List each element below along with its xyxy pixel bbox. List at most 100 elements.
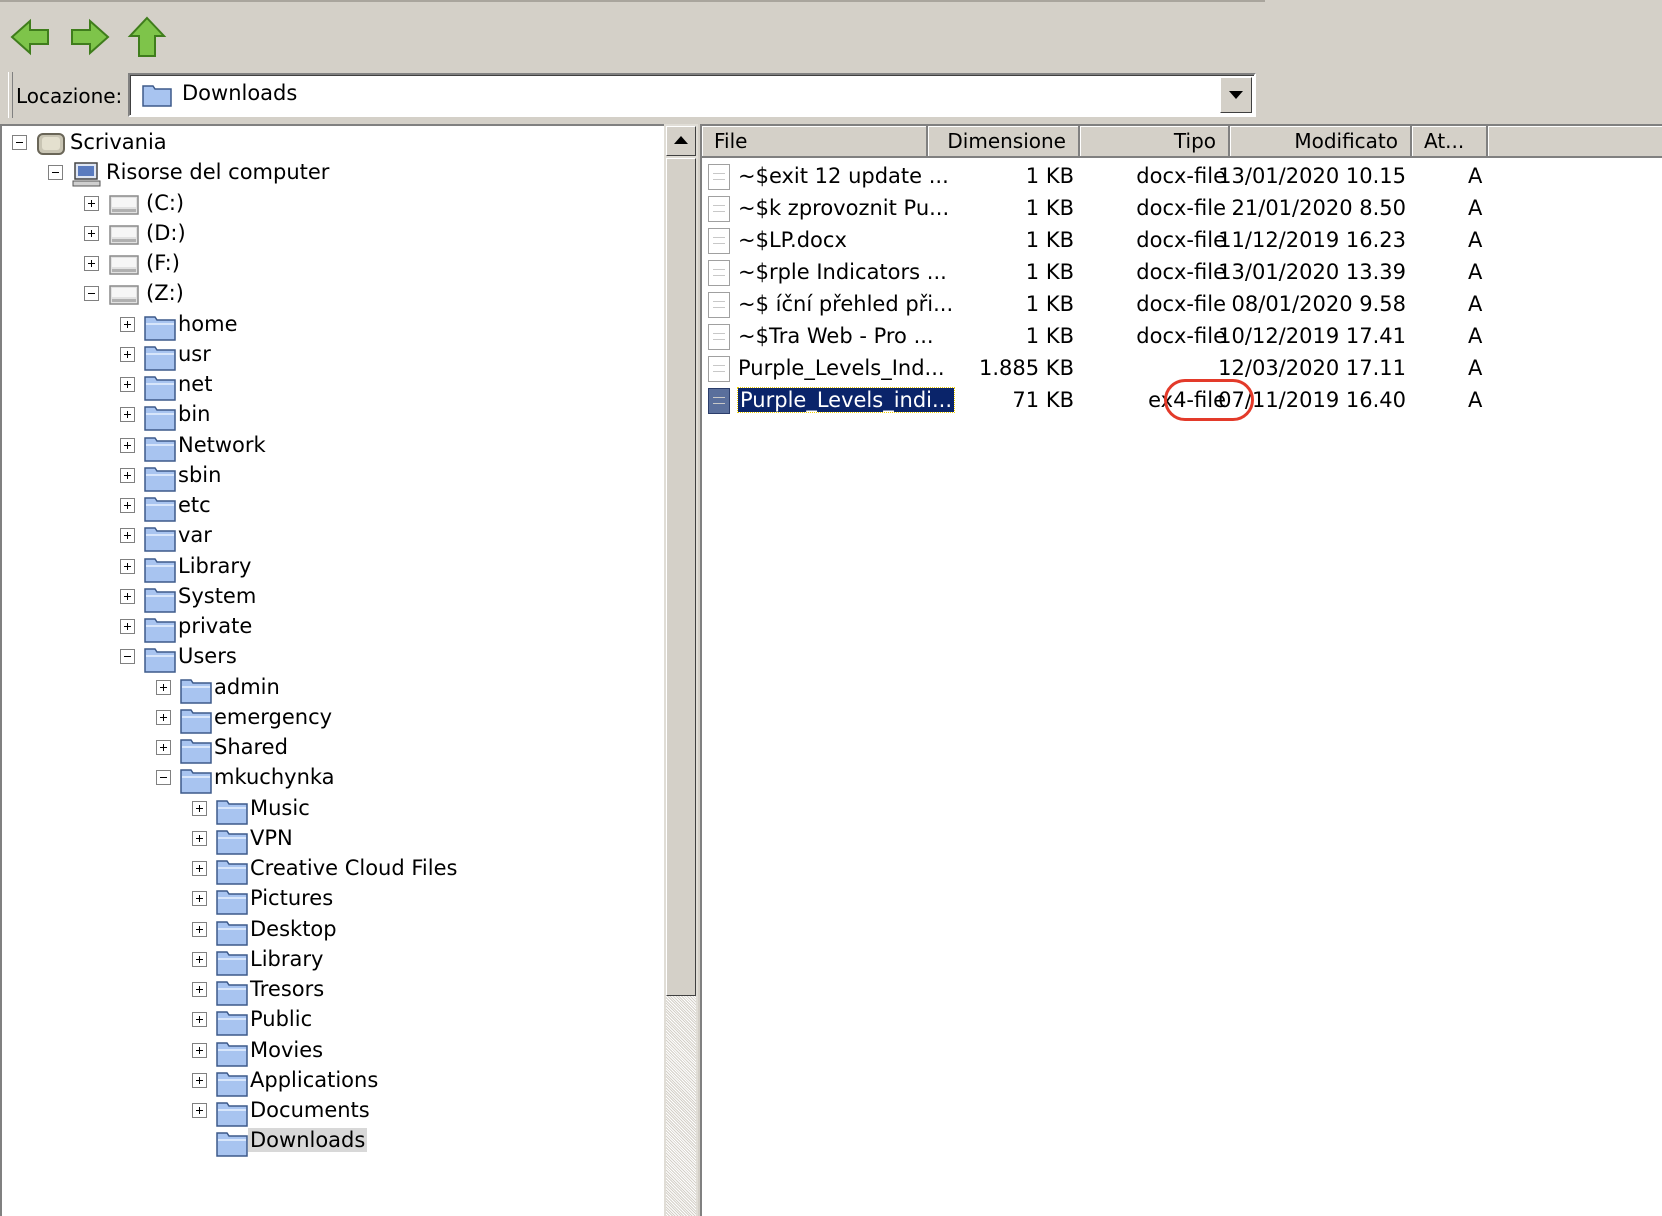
- scroll-thumb[interactable]: [666, 158, 696, 996]
- toolbar-grip[interactable]: [8, 72, 13, 118]
- forward-button[interactable]: [66, 14, 112, 60]
- tree-node[interactable]: Music: [2, 794, 662, 826]
- tree-node[interactable]: Movies: [2, 1036, 662, 1068]
- file-size: 1 KB: [1025, 292, 1074, 316]
- location-combobox[interactable]: Downloads: [128, 73, 1256, 117]
- tree-node[interactable]: bin: [2, 400, 662, 432]
- tree-vertical-scrollbar[interactable]: [664, 124, 698, 1216]
- expand-icon[interactable]: [192, 982, 207, 997]
- back-button[interactable]: [8, 14, 54, 60]
- expand-icon[interactable]: [156, 709, 171, 725]
- tree-node[interactable]: (C:): [2, 189, 662, 221]
- expand-icon[interactable]: [120, 619, 135, 634]
- expand-icon[interactable]: [156, 679, 171, 695]
- expand-icon[interactable]: [120, 558, 135, 574]
- tree-node[interactable]: Library: [2, 552, 662, 584]
- file-modified: 21/01/2020 8.50: [1231, 196, 1406, 220]
- tree-node-label: Library: [250, 946, 324, 971]
- tree-node[interactable]: mkuchynka: [2, 763, 662, 795]
- expand-icon[interactable]: [192, 1072, 207, 1088]
- tree-node[interactable]: Desktop: [2, 915, 662, 947]
- tree-node-label: etc: [178, 493, 211, 517]
- column-header-file[interactable]: File: [702, 126, 928, 158]
- expand-icon[interactable]: [84, 195, 99, 211]
- expand-icon[interactable]: [156, 740, 171, 755]
- tree-node[interactable]: sbin: [2, 461, 662, 493]
- tree-node[interactable]: Shared: [2, 733, 662, 765]
- tree-node[interactable]: (D:): [2, 219, 662, 251]
- file-row[interactable]: ~$LP.docx 1 KB docx-file 11/12/2019 16.23 A: [702, 224, 1662, 258]
- expand-icon[interactable]: [192, 951, 207, 967]
- folder-tree[interactable]: Scrivania Risorse del computer (C:) (D:) (F:…: [0, 124, 664, 1216]
- expand-icon[interactable]: [192, 891, 207, 907]
- expand-icon[interactable]: [192, 1103, 207, 1118]
- expand-icon[interactable]: [192, 861, 207, 876]
- file-row[interactable]: Purple_Levels_indi... 71 KB ex4-file 07/11/…: [702, 379, 1662, 421]
- tree-node[interactable]: VPN: [2, 824, 662, 856]
- expand-icon[interactable]: [192, 830, 207, 846]
- file-row[interactable]: ~$ íční přehled při... 1 KB docx-file 08/01…: [702, 288, 1662, 322]
- file-row[interactable]: ~$k zprovoznit Pu... 1 KB docx-file 21/01/2…: [702, 192, 1662, 226]
- tree-node-label: Applications: [250, 1067, 379, 1092]
- collapse-icon[interactable]: [84, 286, 99, 302]
- tree-node-label: Tresors: [250, 977, 325, 1001]
- tree-node[interactable]: Users: [2, 642, 662, 674]
- tree-node[interactable]: Network: [2, 431, 662, 463]
- file-list[interactable]: File Dimensione Tipo Modificato At... ~$…: [700, 124, 1662, 1216]
- tree-node[interactable]: Risorse del computer: [2, 158, 662, 190]
- tree-node[interactable]: Tresors: [2, 975, 662, 1007]
- tree-node[interactable]: Public: [2, 1005, 662, 1037]
- expand-icon[interactable]: [192, 800, 207, 816]
- collapse-icon[interactable]: [48, 165, 63, 181]
- tree-node[interactable]: usr: [2, 340, 662, 372]
- file-row[interactable]: ~$exit 12 update ... 1 KB docx-file 13/01/2…: [702, 160, 1662, 194]
- expand-icon[interactable]: [192, 1042, 207, 1058]
- tree-node[interactable]: System: [2, 582, 662, 614]
- tree-node[interactable]: (Z:): [2, 279, 662, 311]
- tree-node[interactable]: var: [2, 521, 662, 553]
- expand-icon[interactable]: [120, 437, 135, 453]
- scroll-up-button[interactable]: [666, 126, 696, 156]
- tree-node[interactable]: (F:): [2, 249, 662, 281]
- expand-icon[interactable]: [120, 346, 135, 362]
- tree-node[interactable]: Creative Cloud Files: [2, 854, 662, 886]
- expand-icon[interactable]: [120, 316, 135, 332]
- expand-icon[interactable]: [84, 225, 99, 241]
- tree-node[interactable]: home: [2, 310, 662, 342]
- tree-node[interactable]: etc: [2, 491, 662, 523]
- file-row[interactable]: ~$Tra Web - Pro ... 1 KB docx-file 10/12/20…: [702, 320, 1662, 354]
- tree-node[interactable]: private: [2, 612, 662, 644]
- collapse-icon[interactable]: [156, 770, 171, 786]
- collapse-icon[interactable]: [120, 649, 135, 665]
- up-button[interactable]: [124, 14, 170, 60]
- file-name: Purple_Levels_indi...: [736, 387, 956, 413]
- column-header-type[interactable]: Tipo: [1080, 126, 1230, 158]
- expand-icon[interactable]: [120, 498, 135, 513]
- column-header-attributes[interactable]: At...: [1412, 126, 1488, 158]
- tree-node[interactable]: Documents: [2, 1096, 662, 1128]
- expand-icon[interactable]: [192, 1012, 207, 1028]
- expand-icon[interactable]: [120, 377, 135, 392]
- tree-node[interactable]: Scrivania: [2, 128, 662, 160]
- expand-icon[interactable]: [120, 528, 135, 544]
- tree-node[interactable]: Library: [2, 945, 662, 977]
- tree-node[interactable]: admin: [2, 673, 662, 705]
- expand-icon[interactable]: [120, 407, 135, 423]
- tree-node[interactable]: Downloads: [2, 1126, 662, 1158]
- highlight-circle-annotation: [1164, 379, 1254, 421]
- tree-node[interactable]: Applications: [2, 1066, 662, 1098]
- column-header-modified[interactable]: Modificato: [1230, 126, 1412, 158]
- collapse-icon[interactable]: [12, 135, 27, 150]
- expand-icon[interactable]: [120, 588, 135, 604]
- tree-node[interactable]: emergency: [2, 703, 662, 735]
- location-dropdown-button[interactable]: [1220, 77, 1252, 113]
- tree-node-label: sbin: [178, 462, 222, 487]
- expand-icon[interactable]: [84, 256, 99, 271]
- tree-node[interactable]: Pictures: [2, 884, 662, 916]
- expand-icon[interactable]: [120, 467, 135, 483]
- column-header-size[interactable]: Dimensione: [928, 126, 1080, 158]
- file-modified: 11/12/2019 16.23: [1218, 228, 1406, 252]
- expand-icon[interactable]: [192, 921, 207, 937]
- file-row[interactable]: ~$rple Indicators ... 1 KB docx-file 13/01/…: [702, 256, 1662, 290]
- tree-node[interactable]: net: [2, 370, 662, 402]
